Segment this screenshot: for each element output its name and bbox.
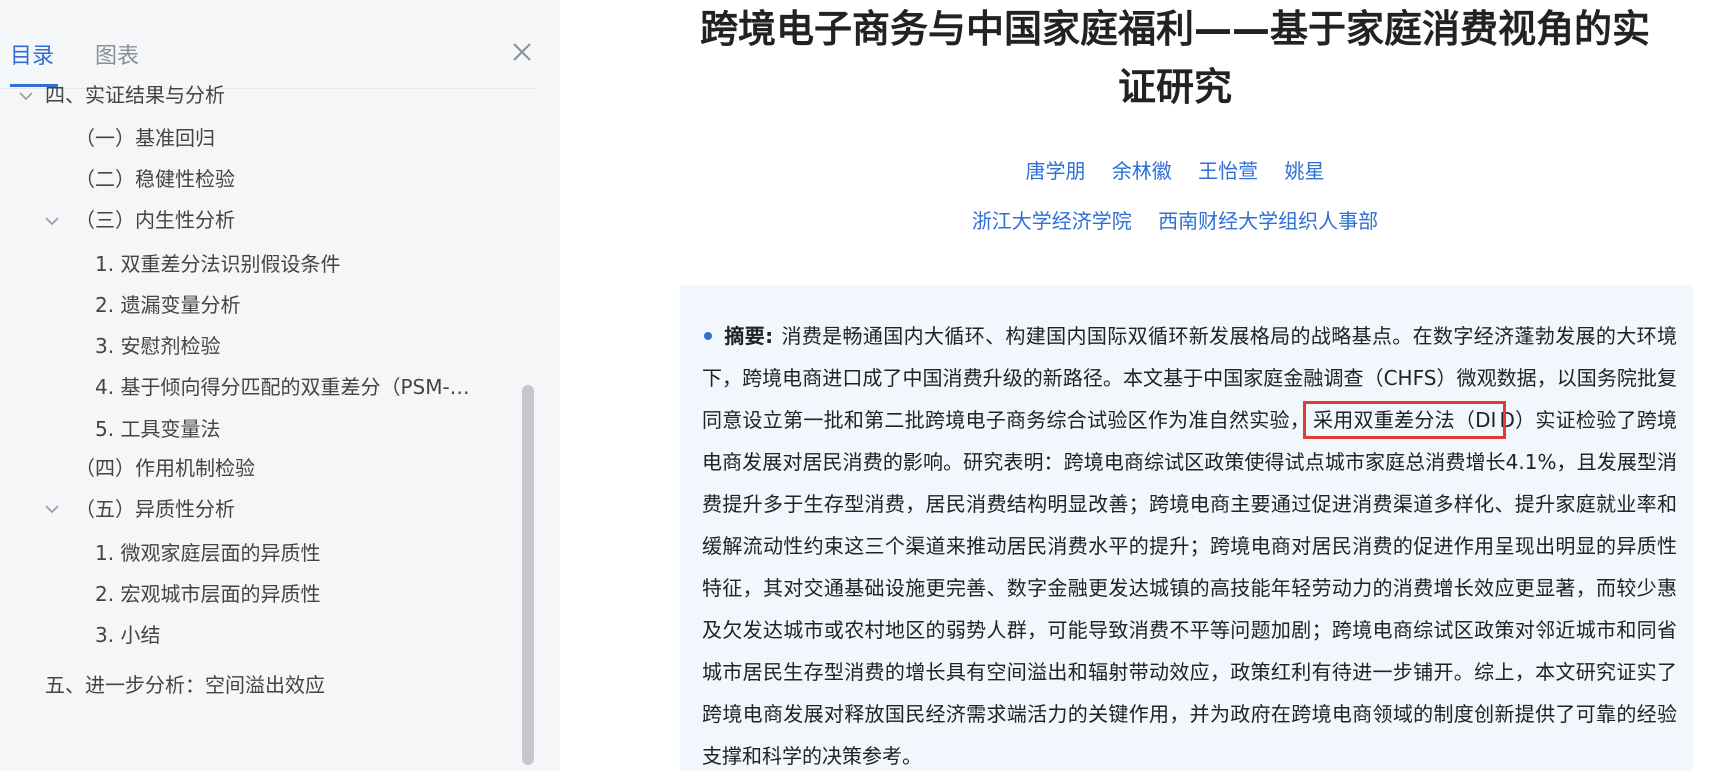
- toc-item[interactable]: 1. 双重差分法识别假设条件: [95, 249, 340, 279]
- chevron-down-icon[interactable]: [16, 86, 36, 106]
- author-link[interactable]: 王怡萱: [1198, 159, 1258, 183]
- toc-item[interactable]: 3. 安慰剂检验: [95, 331, 220, 361]
- toc-item[interactable]: （三）内生性分析: [75, 205, 235, 235]
- toc-item[interactable]: 1. 微观家庭层面的异质性: [95, 538, 320, 568]
- toc-item[interactable]: 四、实证结果与分析: [45, 80, 225, 110]
- affiliation-link[interactable]: 西南财经大学组织人事部: [1158, 209, 1378, 233]
- toc-item[interactable]: （一）基准回归: [75, 123, 215, 153]
- author-link[interactable]: 姚星: [1285, 159, 1325, 183]
- chevron-down-icon[interactable]: [42, 499, 62, 519]
- abstract-box: 摘要: 消费是畅通国内大循环、构建国内国际双循环新发展格局的战略基点。在数字经济蓬…: [680, 285, 1693, 771]
- paper-title: 跨境电子商务与中国家庭福利——基于家庭消费视角的实 证研究: [675, 0, 1675, 116]
- title-line: 跨境电子商务与中国家庭福利——基于家庭消费视角的实: [699, 7, 1650, 51]
- scrollbar-track: [522, 385, 534, 765]
- toc-item[interactable]: 4. 基于倾向得分匹配的双重差分（PSM-…: [95, 372, 470, 402]
- toc-list: 四、实证结果与分析 （一）基准回归 （二）稳健性检验 （三）内生性分析 1. 双…: [0, 83, 535, 771]
- toc-item[interactable]: 5. 工具变量法: [95, 414, 220, 444]
- affiliation-list: 浙江大学经济学院 西南财经大学组织人事部: [675, 205, 1675, 234]
- toc-item[interactable]: （四）作用机制检验: [75, 453, 255, 483]
- close-icon[interactable]: [510, 40, 534, 64]
- tab-toc[interactable]: 目录: [10, 38, 54, 70]
- toc-item[interactable]: 2. 宏观城市层面的异质性: [95, 579, 320, 609]
- title-line: 证研究: [1117, 65, 1232, 109]
- toc-item[interactable]: 五、进一步分析：空间溢出效应: [45, 670, 325, 700]
- abstract-body: D）实证检验了跨境电商发展对居民消费的影响。研究表明：跨境电商综试区政策使得试点…: [702, 408, 1677, 768]
- highlighted-phrase: 采用双重差分法（DI: [1302, 401, 1507, 439]
- affiliation-link[interactable]: 浙江大学经济学院: [972, 209, 1132, 233]
- sidebar: 目录 图表 四、实证结果与分析 （一）基准回归 （二）稳健性检验 （三）内生性分…: [0, 0, 560, 771]
- tab-figures[interactable]: 图表: [95, 38, 139, 70]
- toc-item[interactable]: 2. 遗漏变量分析: [95, 290, 240, 320]
- toc-item[interactable]: （二）稳健性检验: [75, 164, 235, 194]
- author-link[interactable]: 余林徽: [1112, 159, 1172, 183]
- toc-item[interactable]: （五）异质性分析: [75, 494, 235, 524]
- sidebar-tabs: 目录 图表: [0, 0, 535, 89]
- bullet-icon: [704, 332, 712, 340]
- author-list: 唐学朋 余林徽 王怡萱 姚星: [675, 155, 1675, 184]
- chevron-down-icon[interactable]: [42, 211, 62, 231]
- abstract-label: 摘要:: [724, 324, 774, 348]
- article-content: 跨境电子商务与中国家庭福利——基于家庭消费视角的实 证研究 唐学朋 余林徽 王怡…: [560, 0, 1713, 771]
- author-link[interactable]: 唐学朋: [1025, 159, 1085, 183]
- toc-item[interactable]: 3. 小结: [95, 620, 160, 650]
- abstract-text: 摘要: 消费是畅通国内大循环、构建国内国际双循环新发展格局的战略基点。在数字经济蓬…: [702, 315, 1677, 771]
- scrollbar-thumb[interactable]: [522, 385, 534, 765]
